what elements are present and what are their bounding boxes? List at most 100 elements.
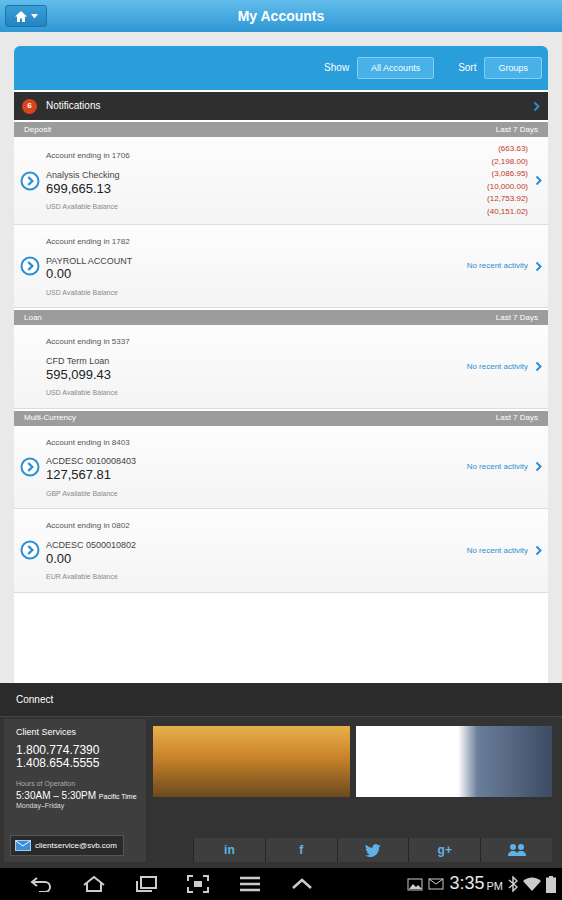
page-title: My Accounts <box>70 8 492 25</box>
chevron-right-icon[interactable] <box>535 545 542 556</box>
account-ending: Account ending in 1782 <box>46 237 467 247</box>
transaction-amount: (2,198.00) <box>487 156 528 169</box>
transaction-amount: (10,000.00) <box>487 181 528 194</box>
balance-label: USD Available Balance <box>46 289 467 297</box>
group-name: Loan <box>24 313 42 323</box>
account-balance: 0.00 <box>46 266 467 282</box>
home-menu-button[interactable] <box>5 5 47 27</box>
account-row[interactable]: Account ending in 0802ACDESC 05000108020… <box>14 509 548 592</box>
house-icon <box>14 10 28 23</box>
hours: 5:30AM – 5:30PM Pacific Time <box>16 790 140 802</box>
balance-label: GBP Available Balance <box>46 490 467 498</box>
connect-footer: Connect Client Services 1.800.774.73901.40… <box>0 683 562 868</box>
notifications-label: Notifications <box>46 100 533 112</box>
connect-title: Connect <box>0 683 562 717</box>
account-expand-area <box>14 457 46 477</box>
clock-ampm: PM <box>487 880 504 893</box>
wine-report-banner[interactable] <box>153 726 350 797</box>
account-row[interactable]: Account ending in 1706 Analysis Checking6… <box>14 137 548 225</box>
battery-icon <box>546 876 556 893</box>
bluetooth-icon <box>508 876 518 892</box>
account-info: Account ending in 1782 PAYROLL ACCOUNT0.0… <box>46 225 467 307</box>
account-info: Account ending in 8403ACDESC 00100084031… <box>46 426 467 508</box>
social-links: in f g+ <box>193 838 552 862</box>
circle-chevron-icon[interactable] <box>20 171 40 191</box>
phone-number[interactable]: 1.408.654.5555 <box>16 757 140 770</box>
account-activity: (663.63)(2,198.00)(3,086.95)(10,000.00)(… <box>487 137 528 224</box>
chevron-right-icon[interactable] <box>535 461 542 472</box>
chevron-right-icon <box>533 101 540 112</box>
account-activity: No recent activity <box>467 255 528 277</box>
transaction-amount: (40,151.02) <box>487 206 528 219</box>
panel-toolbar: ShowAll AccountsSortGroups <box>14 46 548 90</box>
account-ending: Account ending in 0802 <box>46 521 467 531</box>
timezone: Pacific Time <box>99 793 137 800</box>
email-button[interactable]: clientservice@svb.com <box>10 835 124 856</box>
account-balance: 595,099.43 <box>46 367 467 383</box>
balance-label: USD Available Balance <box>46 389 467 397</box>
circle-chevron-icon[interactable] <box>20 540 40 560</box>
group-period: Last 7 Days <box>496 313 538 323</box>
circle-chevron-icon[interactable] <box>20 256 40 276</box>
back-icon[interactable] <box>30 876 54 892</box>
social-glyph: g+ <box>438 843 452 857</box>
envelope-icon <box>15 840 31 851</box>
group-name: Multi-Currency <box>24 413 76 423</box>
social-link[interactable]: in <box>193 838 265 862</box>
account-name: PAYROLL ACCOUNT <box>46 256 467 267</box>
client-services-box: Client Services 1.800.774.73901.408.654.5… <box>4 719 146 862</box>
client-services-title: Client Services <box>16 727 140 738</box>
startup-outlook-banner[interactable] <box>356 726 553 797</box>
account-ending: Account ending in 1706 <box>46 151 487 161</box>
group-header: Loan Last 7 Days <box>14 310 548 325</box>
recent-apps-icon[interactable] <box>134 876 158 892</box>
hours-range: 5:30AM – 5:30PM <box>16 790 96 801</box>
account-name: ACDESC 0500010802 <box>46 540 467 551</box>
home-icon[interactable] <box>82 876 106 892</box>
account-balance: 127,567.81 <box>46 467 467 483</box>
account-info: Account ending in 0802ACDESC 05000108020… <box>46 509 467 591</box>
group-name: Deposit <box>24 125 51 135</box>
group-period: Last 7 Days <box>496 413 538 423</box>
community-icon <box>508 843 526 857</box>
notifications-bar[interactable]: 6 Notifications <box>14 92 548 120</box>
clock-time: 3:35 <box>449 873 484 895</box>
social-link[interactable]: f <box>265 838 337 862</box>
account-row[interactable]: Account ending in 8403ACDESC 00100084031… <box>14 426 548 509</box>
accounts-panel: ShowAll AccountsSortGroups 6 Notifications… <box>14 46 548 683</box>
account-info: Account ending in 5337CFD Term Loan595,0… <box>46 325 467 407</box>
chevron-right-icon[interactable] <box>535 361 542 372</box>
up-arrow-icon[interactable] <box>291 877 313 891</box>
social-link[interactable]: g+ <box>408 838 480 862</box>
show-button[interactable]: All Accounts <box>357 57 434 80</box>
transaction-amount: (3,086.95) <box>487 168 528 181</box>
group-header: DepositLast 7 Days <box>14 122 548 137</box>
social-link[interactable] <box>337 838 409 862</box>
menu-icon[interactable] <box>239 876 261 892</box>
social-link[interactable] <box>480 838 552 862</box>
no-activity-text: No recent activity <box>467 362 528 372</box>
balance-label: EUR Available Balance <box>46 573 467 581</box>
social-glyph: f <box>299 843 303 857</box>
circle-chevron-icon[interactable] <box>20 457 40 477</box>
notification-count-badge: 6 <box>22 99 37 114</box>
chevron-right-icon[interactable] <box>535 261 542 272</box>
account-activity: No recent activity <box>467 356 528 378</box>
account-row[interactable]: Account ending in 1782 PAYROLL ACCOUNT0.0… <box>14 225 548 308</box>
account-balance: 699,665.13 <box>46 181 487 197</box>
chevron-right-icon[interactable] <box>535 175 542 186</box>
screenshot-icon[interactable] <box>186 875 210 893</box>
status-area: 3:35PM <box>407 873 556 895</box>
no-activity-text: No recent activity <box>467 546 528 556</box>
main-area: ShowAll AccountsSortGroups 6 Notifications… <box>0 32 562 683</box>
phone-number[interactable]: 1.800.774.7390 <box>16 744 140 757</box>
account-name: Analysis Checking <box>46 170 487 181</box>
account-ending: Account ending in 8403 <box>46 438 467 448</box>
account-activity: No recent activity <box>467 456 528 478</box>
sort-button[interactable]: Groups <box>484 57 542 80</box>
account-info: Account ending in 1706 Analysis Checking6… <box>46 139 487 221</box>
account-name: CFD Term Loan <box>46 356 467 367</box>
no-activity-text: No recent activity <box>467 261 528 271</box>
caret-icon <box>31 14 38 19</box>
account-row[interactable]: Account ending in 5337CFD Term Loan595,0… <box>14 325 548 408</box>
